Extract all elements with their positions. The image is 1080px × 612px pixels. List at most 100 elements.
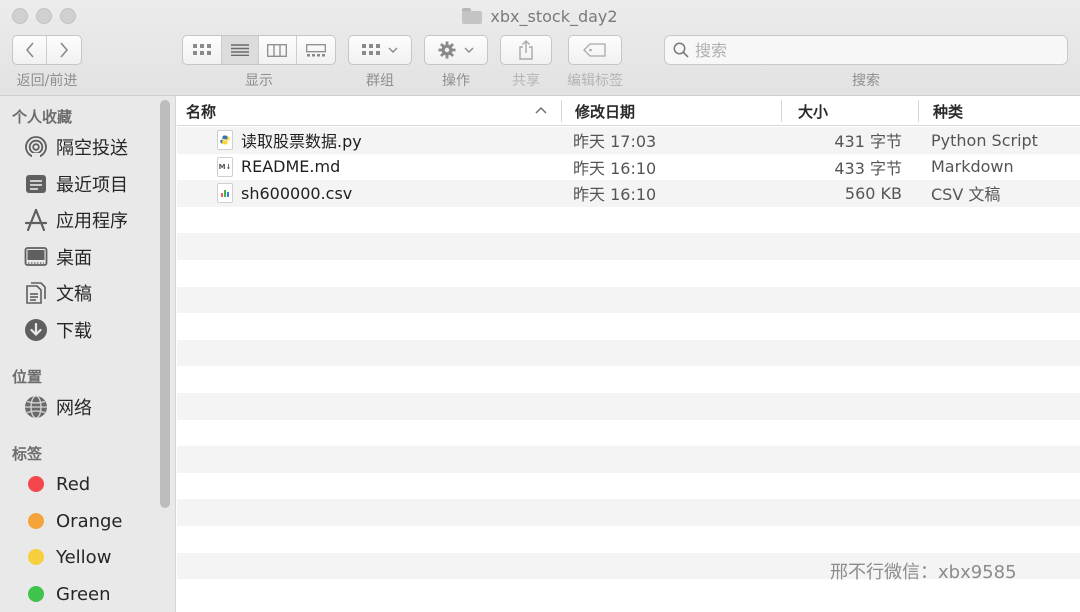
file-kind: Markdown: [931, 157, 1014, 177]
nav-buttons: [12, 35, 82, 65]
share-button[interactable]: [500, 35, 552, 65]
search-input[interactable]: [695, 40, 1055, 60]
empty-row: [177, 366, 1080, 393]
sidebar-item-label: 网络: [56, 398, 92, 419]
sidebar-tag-label: Red: [56, 473, 91, 495]
file-rows: 读取股票数据.py 昨天 17:03 431 字节 Python Script …: [177, 127, 1080, 606]
file-row[interactable]: M↓ README.md 昨天 16:10 433 字节 Markdown: [177, 153, 1080, 181]
file-modified: 昨天 16:10: [573, 158, 657, 178]
sidebar-tag-green[interactable]: Green: [24, 580, 111, 608]
yellow-tag-icon: [28, 549, 44, 565]
sidebar-item-documents[interactable]: 文稿: [24, 279, 92, 307]
view-label: 显示: [245, 73, 273, 89]
column-header-modified[interactable]: 修改日期: [575, 96, 635, 126]
columns-view-icon: [267, 43, 288, 57]
action-button[interactable]: [424, 35, 488, 65]
chevron-left-icon: [25, 42, 34, 58]
column-divider[interactable]: [918, 100, 919, 122]
view-columns-button[interactable]: [259, 36, 297, 64]
sidebar-tag-label: Yellow: [56, 546, 112, 568]
recents-icon: [24, 172, 48, 196]
sidebar-item-network[interactable]: 网络: [24, 393, 92, 421]
column-header-kind[interactable]: 种类: [933, 96, 963, 126]
chevron-right-icon: [60, 42, 69, 58]
file-name: sh600000.csv: [241, 183, 353, 203]
search-field[interactable]: [664, 35, 1068, 65]
sidebar-heading-locations: 位置: [12, 368, 43, 386]
grid-group-icon: [362, 44, 380, 55]
airdrop-icon: [24, 135, 48, 159]
gear-icon: [438, 41, 456, 59]
list-view-icon: [230, 44, 249, 56]
file-kind: CSV 文稿: [931, 185, 1001, 205]
file-row[interactable]: sh600000.csv 昨天 16:10 560 KB CSV 文稿: [177, 180, 1080, 207]
sidebar-item-recents[interactable]: 最近项目: [24, 170, 128, 198]
file-modified: 昨天 17:03: [573, 132, 657, 151]
sidebar-item-label: 桌面: [56, 248, 92, 269]
column-header-size[interactable]: 大小: [798, 96, 828, 126]
tag-icon: [583, 43, 606, 57]
file-list: 名称 修改日期 大小 种类 读取股票数据.py 昨天 17:03 431 字节 …: [177, 96, 1080, 612]
chevron-down-icon: [388, 47, 398, 53]
orange-tag-icon: [28, 513, 44, 529]
window-title: xbx_stock_day2: [490, 6, 618, 26]
forward-button[interactable]: [47, 36, 81, 64]
empty-row: [177, 206, 1080, 234]
sidebar-item-label: 应用程序: [56, 211, 128, 232]
empty-row: [177, 286, 1080, 314]
downloads-icon: [24, 318, 48, 342]
sidebar-tag-label: Green: [56, 583, 111, 605]
gallery-view-icon: [305, 43, 326, 56]
sidebar-item-downloads[interactable]: 下载: [24, 316, 92, 344]
sidebar-tag-yellow[interactable]: Yellow: [24, 543, 111, 571]
file-kind: Python Script: [931, 130, 1038, 150]
grid-view-icon: [192, 44, 211, 55]
back-button[interactable]: [13, 36, 48, 64]
empty-row: [177, 233, 1080, 260]
empty-row: [177, 499, 1080, 526]
window-title-bar: xbx_stock_day2: [0, 4, 1080, 28]
share-label: 共享: [512, 73, 540, 89]
csv-file-icon: [217, 183, 233, 204]
list-header: 名称 修改日期 大小 种类: [177, 96, 1080, 126]
search-icon: [673, 42, 689, 58]
column-divider[interactable]: [561, 100, 562, 122]
sidebar-item-label: 文稿: [56, 284, 92, 305]
sidebar-scrollbar[interactable]: [160, 100, 170, 508]
empty-row: [177, 313, 1080, 340]
sidebar-item-airdrop[interactable]: 隔空投送: [24, 133, 128, 161]
view-icons-button[interactable]: [183, 36, 222, 64]
folder-icon: [462, 8, 483, 24]
column-header-name[interactable]: 名称: [186, 96, 216, 126]
empty-row: [177, 419, 1080, 447]
applications-icon: [24, 208, 48, 232]
empty-row: [177, 525, 1080, 553]
view-gallery-button[interactable]: [297, 36, 335, 64]
file-name: 读取股票数据.py: [241, 132, 362, 151]
sort-ascending-icon: [535, 106, 547, 114]
view-mode-control: [182, 35, 336, 65]
empty-row: [177, 259, 1080, 287]
sidebar: 个人收藏 隔空投送 最近项目 应用程序 桌面 文稿 下载 位置 网络 标签 Re…: [0, 96, 176, 612]
sidebar-tag-orange[interactable]: Orange: [24, 507, 123, 535]
toolbar: xbx_stock_day2 返回/前进 显示 群组 操作 共享 编辑标签 搜索…: [0, 0, 1080, 96]
empty-row: [177, 339, 1080, 367]
sidebar-item-applications[interactable]: 应用程序: [24, 206, 128, 234]
group-button[interactable]: [348, 35, 412, 65]
column-divider[interactable]: [781, 100, 782, 122]
empty-row: [177, 472, 1080, 500]
sidebar-item-label: 下载: [56, 321, 92, 342]
sidebar-heading-tags: 标签: [12, 445, 43, 463]
action-label: 操作: [442, 73, 470, 89]
red-tag-icon: [28, 476, 44, 492]
sidebar-tag-red[interactable]: Red: [24, 470, 90, 498]
empty-row: [177, 392, 1080, 420]
file-modified: 昨天 16:10: [573, 185, 657, 205]
edit-tags-button[interactable]: [568, 35, 622, 65]
documents-icon: [24, 281, 48, 305]
empty-row: [177, 446, 1080, 473]
sidebar-item-desktop[interactable]: 桌面: [24, 243, 92, 271]
file-row[interactable]: 读取股票数据.py 昨天 17:03 431 字节 Python Script: [177, 127, 1080, 154]
view-list-button[interactable]: [221, 36, 260, 64]
chevron-down-icon: [464, 47, 474, 53]
